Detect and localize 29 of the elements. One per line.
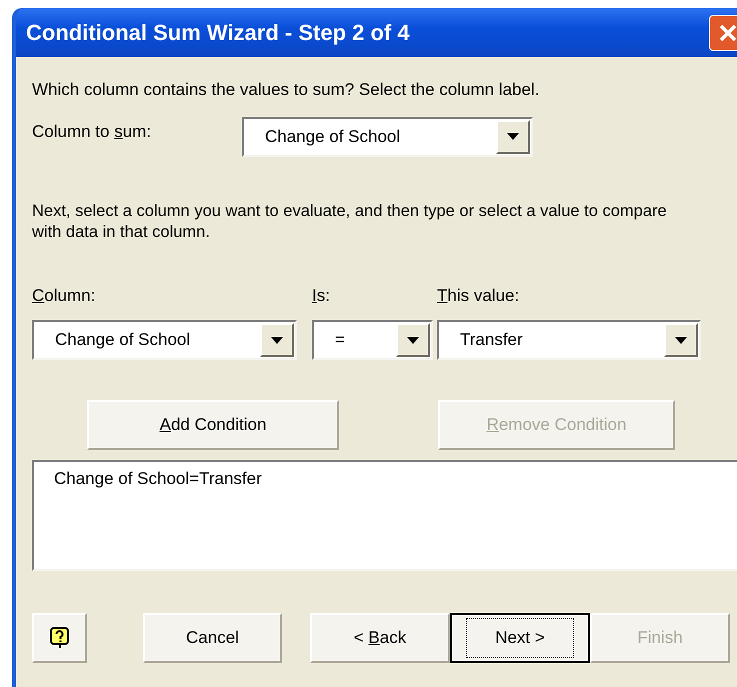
caret-icon [407,336,419,344]
dropdown-arrow-button[interactable] [396,323,430,357]
close-icon [718,22,737,42]
conditions-list[interactable]: Change of School=Transfer [32,460,737,571]
help-icon [50,627,70,649]
caret-icon [271,336,283,344]
caret-icon [507,133,519,140]
help-button[interactable] [32,613,87,663]
sum-column-dropdown[interactable]: Change of School [242,116,533,156]
field-label: Is: [312,284,331,306]
field-label: Column to sum: [32,120,152,143]
dialog-button[interactable]: Cancel [143,613,282,663]
dialog-button[interactable]: Next > [450,613,590,663]
caret-icon [675,336,687,344]
condition-dropdown[interactable]: Transfer [437,320,701,360]
dropdown-arrow-button[interactable] [496,120,530,154]
dropdown-arrow-button[interactable] [260,323,294,357]
condition-dropdown[interactable]: Change of School [32,320,297,360]
condition-dropdown[interactable]: = [312,320,433,360]
window-title: Conditional Sum Wizard - Step 2 of 4 [26,19,410,47]
close-button[interactable] [709,14,737,50]
instruction-paragraph: Next, select a column you want to evaluate, and then type or select a value to compare with data in that column. [32,200,668,242]
instruction-text: Which column contains the values to sum? Select the column label. [32,79,540,101]
dialog-button[interactable]: Add Condition [87,400,339,450]
dialog-button[interactable]: < Back [310,613,450,663]
list-item[interactable]: Change of School=Transfer [54,466,737,492]
dropdown-arrow-button[interactable] [664,323,698,357]
field-label: Column: [32,284,96,306]
field-label: This value: [437,284,520,306]
